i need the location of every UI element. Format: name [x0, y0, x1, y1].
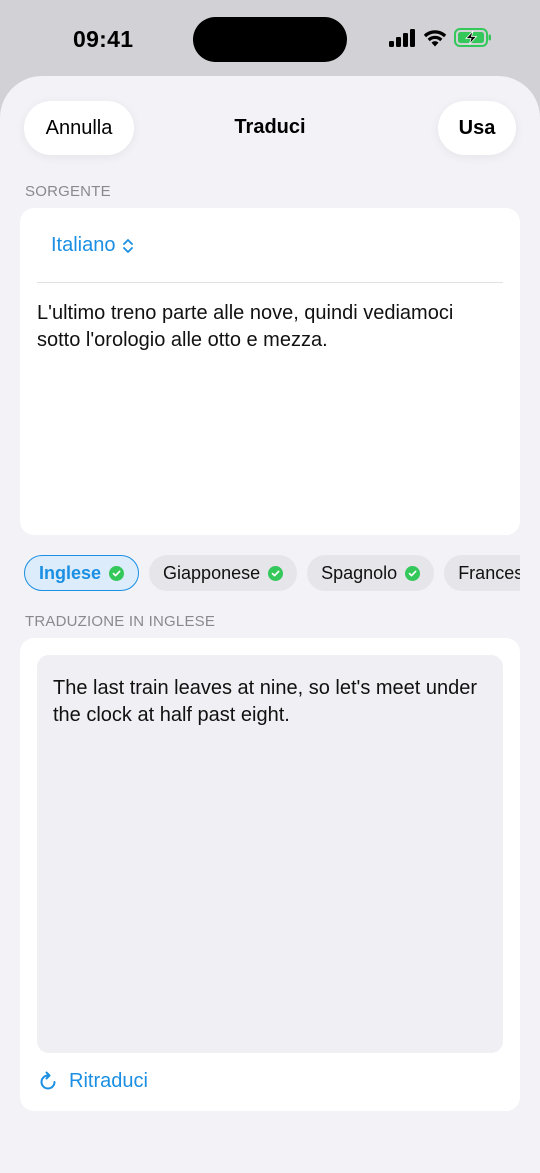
language-chip-label: Spagnolo	[321, 562, 398, 583]
status-time: 09:41	[73, 26, 134, 52]
refresh-icon	[40, 1071, 56, 1089]
retranslate-button[interactable]: Ritraduci	[37, 1070, 148, 1093]
wifi-icon	[423, 29, 447, 46]
translate-sheet: Annulla Traduci Usa SORGENTE Italiano L'…	[0, 76, 540, 1173]
source-text-input[interactable]: L'ultimo treno parte alle nove, quindi v…	[37, 300, 490, 354]
checkmark-icon	[268, 565, 284, 581]
translation-text: The last train leaves at nine, so let's …	[53, 677, 478, 726]
source-section-label: SORGENTE	[25, 183, 111, 200]
chevron-up-down-icon	[122, 238, 133, 253]
checkmark-icon	[109, 565, 125, 581]
language-chip-label: Inglese	[39, 562, 102, 583]
dynamic-island	[193, 17, 347, 62]
language-chip-label: Francese	[458, 562, 520, 583]
translation-output-box: The last train leaves at nine, so let's …	[37, 655, 503, 1053]
language-chip-giapponese[interactable]: Giapponese	[149, 555, 298, 591]
language-chip-inglese[interactable]: Inglese	[24, 555, 140, 591]
source-card: Italiano L'ultimo treno parte alle nove,…	[20, 208, 520, 535]
retranslate-label: Ritraduci	[69, 1070, 148, 1092]
battery-charging-icon	[454, 28, 491, 47]
source-language-label: Italiano	[51, 234, 116, 256]
translation-card: The last train leaves at nine, so let's …	[20, 638, 520, 1111]
language-chip-spagnolo[interactable]: Spagnolo	[307, 555, 435, 591]
translation-section-label: TRADUZIONE IN INGLESE	[25, 613, 216, 630]
target-language-chips: Inglese Giapponese Spagnolo Francese	[24, 555, 520, 593]
use-button[interactable]: Usa	[438, 101, 516, 155]
checkmark-icon	[405, 565, 421, 581]
source-language-select[interactable]: Italiano	[51, 234, 134, 257]
source-divider	[37, 282, 503, 283]
status-icons	[389, 28, 492, 47]
status-bar: 09:41	[0, 0, 540, 78]
language-chip-label: Giapponese	[163, 562, 261, 583]
language-chip-francese[interactable]: Francese	[444, 555, 520, 591]
cellular-signal-icon	[389, 28, 415, 47]
